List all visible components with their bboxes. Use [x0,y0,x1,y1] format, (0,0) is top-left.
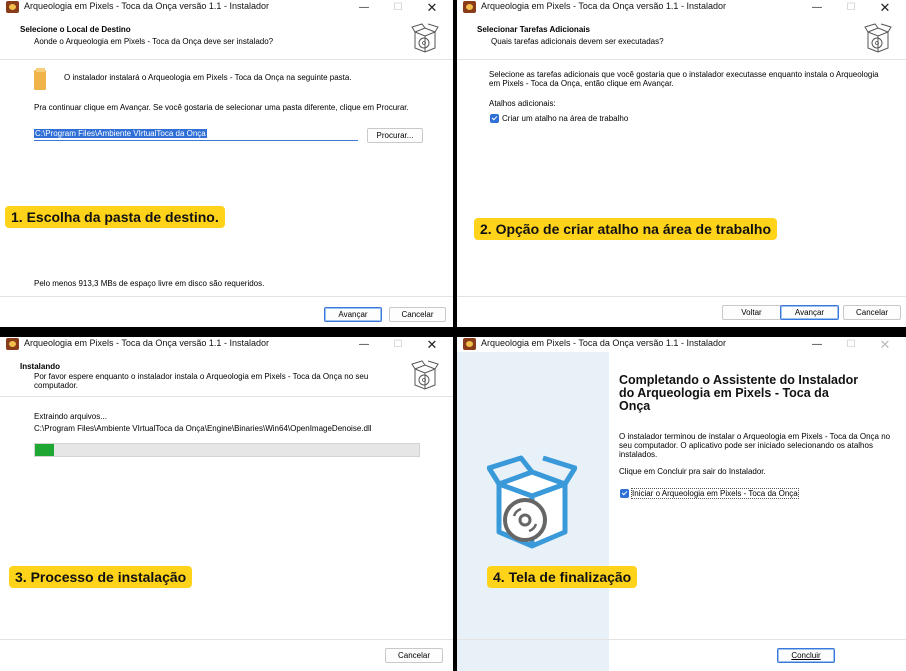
tasks-info-line-2: em Pixels - Toca da Onça, então clique e… [489,79,674,88]
folder-icon [34,68,46,90]
next-button[interactable]: Avançar [324,307,382,322]
finish-body-line-3: instalados. [619,450,658,459]
header-title: Selecione o Local de Destino [20,25,131,34]
current-file: C:\Program Files\Ambiente VIrtualToca da… [34,424,372,433]
minimize-button[interactable]: — [349,0,379,15]
app-icon [463,1,476,13]
destination-path-input[interactable]: C:\Program Files\Ambiente VIrtualToca da… [34,128,358,141]
minimize-button[interactable]: — [802,0,832,15]
maximize-button[interactable]: ☐ [383,337,413,352]
footer-divider [457,296,906,297]
title-bar: Arqueologia em Pixels - Toca da Onça ver… [0,337,453,352]
window-title: Arqueologia em Pixels - Toca da Onça ver… [24,1,269,11]
close-button[interactable]: ✕ [870,337,900,352]
app-icon [463,338,476,350]
close-button[interactable]: ✕ [417,0,447,15]
wizard-header: Selecionar Tarefas Adicionais Quais tare… [457,15,906,60]
next-button[interactable]: Avançar [780,305,839,320]
close-button[interactable]: ✕ [870,0,900,15]
finish-body-line-2: seu computador. O aplicativo pode ser in… [619,441,873,450]
tasks-info-line-1: Selecione as tarefas adicionais que você… [489,70,879,79]
title-bar: Arqueologia em Pixels - Toca da Onça ver… [0,0,453,15]
header-subtitle-line-2: computador. [34,381,79,390]
title-bar: Arqueologia em Pixels - Toca da Onça ver… [457,0,906,15]
cancel-button[interactable]: Cancelar [385,648,443,663]
installer-box-icon [411,23,439,53]
install-progress-bar [34,443,420,457]
back-button[interactable]: Voltar [722,305,781,320]
header-title: Selecionar Tarefas Adicionais [477,25,590,34]
step-caption: 3. Processo de instalação [9,566,193,588]
wizard-side-panel [457,352,609,671]
browse-button[interactable]: Procurar... [367,128,423,143]
finish-body-line-1: O instalador terminou de instalar o Arqu… [619,432,891,441]
app-icon [6,1,19,13]
footer-divider [0,296,453,297]
window-title: Arqueologia em Pixels - Toca da Onça ver… [24,338,269,348]
installer-box-icon [487,455,577,549]
footer-divider [0,639,453,640]
install-progress-fill [35,444,55,456]
disk-space-info: Pelo menos 913,3 MBs de espaço livre em … [34,279,265,288]
launch-app-checkbox[interactable] [620,489,629,498]
cancel-button[interactable]: Cancelar [389,307,446,322]
header-subtitle: Aonde o Arqueologia em Pixels - Toca da … [34,37,274,46]
wizard-header: Selecione o Local de Destino Aonde o Arq… [0,15,453,60]
header-title: Instalando [20,362,61,371]
finish-title-line-3: Onça [619,399,651,413]
desktop-shortcut-label[interactable]: Criar um atalho na área de trabalho [502,114,628,123]
step-caption: 1. Escolha da pasta de destino. [5,206,225,228]
title-bar: Arqueologia em Pixels - Toca da Onça ver… [457,337,906,352]
destination-window: Arqueologia em Pixels - Toca da Onça ver… [0,0,453,327]
shortcuts-label: Atalhos adicionais: [489,99,556,108]
maximize-button[interactable]: ☐ [836,0,866,15]
destination-info: O instalador instalará o Arqueologia em … [64,73,352,82]
maximize-button[interactable]: ☐ [383,0,413,15]
step-caption: 4. Tela de finalização [487,566,638,588]
cancel-button[interactable]: Cancelar [843,305,901,320]
finish-title: Completando o Assistente do Instalador d… [619,374,899,413]
wizard-header: Instalando Por favor espere enquanto o i… [0,352,453,397]
finish-window: Arqueologia em Pixels - Toca da Onça ver… [457,337,906,671]
destination-instruction: Pra continuar clique em Avançar. Se você… [34,103,409,112]
step-caption: 2. Opção de criar atalho na área de trab… [474,218,777,240]
installer-box-icon [864,23,892,53]
maximize-button[interactable]: ☐ [836,337,866,352]
window-title: Arqueologia em Pixels - Toca da Onça ver… [481,338,726,348]
app-icon [6,338,19,350]
finish-button[interactable]: Concluir [777,648,835,663]
close-button[interactable]: ✕ [417,337,447,352]
footer-divider [457,639,906,640]
installer-box-icon [411,360,439,390]
status-text: Extraindo arquivos... [34,412,107,421]
header-subtitle-line-1: Por favor espere enquanto o instalador i… [34,372,369,381]
tasks-window: Arqueologia em Pixels - Toca da Onça ver… [457,0,906,327]
launch-app-label[interactable]: Iniciar o Arqueologia em Pixels - Toca d… [631,488,799,499]
minimize-button[interactable]: — [349,337,379,352]
window-title: Arqueologia em Pixels - Toca da Onça ver… [481,1,726,11]
installing-window: Arqueologia em Pixels - Toca da Onça ver… [0,337,453,671]
finish-click-info: Clique em Concluir pra sair do Instalado… [619,467,766,476]
finish-title-line-2: do Arqueologia em Pixels - Toca da [619,386,829,400]
minimize-button[interactable]: — [802,337,832,352]
desktop-shortcut-checkbox[interactable] [490,114,499,123]
header-subtitle: Quais tarefas adicionais devem ser execu… [491,37,664,46]
path-value: C:\Program Files\Ambiente VIrtualToca da… [34,129,207,138]
